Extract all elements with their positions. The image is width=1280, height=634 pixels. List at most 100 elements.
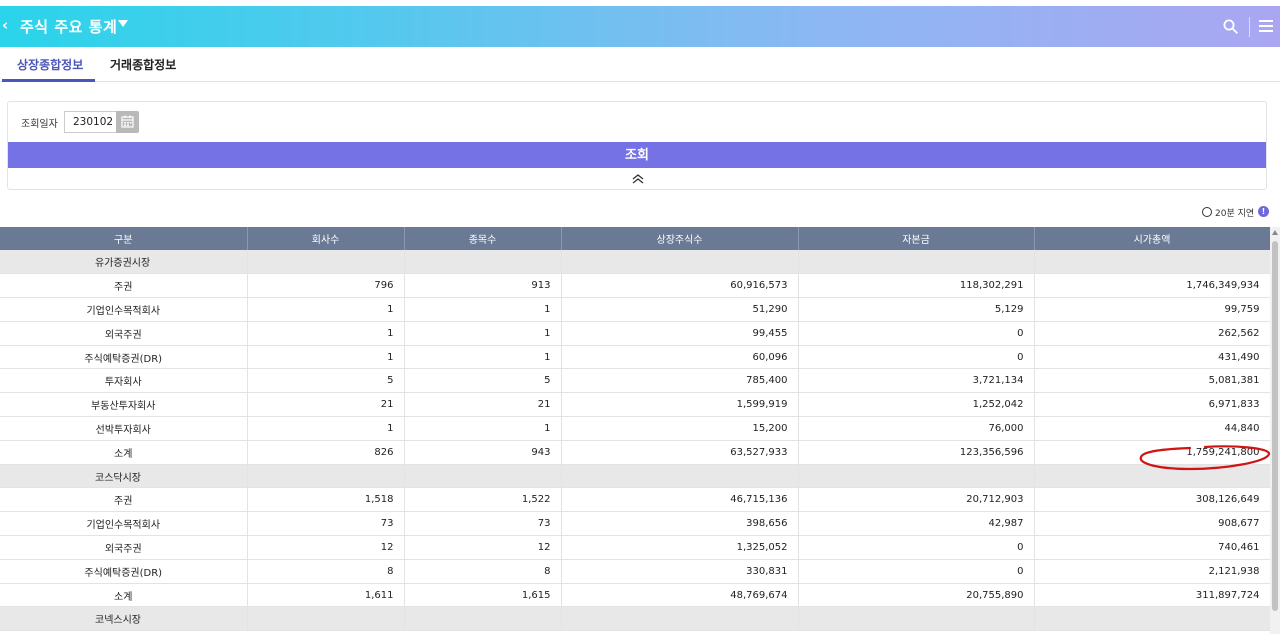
value-cell bbox=[561, 606, 799, 632]
value-cell: 2,121,938 bbox=[1034, 559, 1271, 584]
active-tab-indicator bbox=[2, 79, 95, 82]
value-cell: 12 bbox=[404, 535, 562, 560]
value-cell: 913 bbox=[404, 273, 562, 299]
chevron-left-icon[interactable]: ‹ bbox=[2, 16, 8, 34]
table-row: 소계 826 943 63,527,933 123,356,596 1,759,241,8… bbox=[0, 440, 1271, 465]
date-input[interactable]: 230102 bbox=[64, 111, 118, 133]
value-cell bbox=[247, 464, 405, 489]
scroll-up-arrow[interactable] bbox=[1272, 230, 1278, 235]
value-cell: 63,527,933 bbox=[561, 440, 799, 465]
row-label-cell: 주식예탁증권(DR) bbox=[0, 559, 248, 584]
col-header-listed-shares: 상장주식수 bbox=[561, 227, 799, 250]
value-cell: 123,356,596 bbox=[798, 440, 1035, 465]
value-cell: 21 bbox=[404, 392, 562, 418]
row-label-cell: 주권 bbox=[0, 273, 248, 299]
value-cell: 908,677 bbox=[1034, 511, 1271, 537]
value-cell bbox=[247, 606, 405, 632]
value-cell: 1 bbox=[247, 321, 405, 346]
value-cell: 1,522 bbox=[404, 487, 562, 513]
search-button[interactable]: 조회 bbox=[8, 142, 1266, 168]
col-header-category: 구분 bbox=[0, 227, 248, 250]
value-cell: 3,721,134 bbox=[798, 368, 1035, 394]
scrollbar-thumb[interactable] bbox=[1272, 241, 1278, 611]
double-chevron-up-icon[interactable] bbox=[631, 173, 645, 185]
tab-trading-summary[interactable]: 거래종합정보 bbox=[110, 56, 176, 73]
value-cell: 60,916,573 bbox=[561, 273, 799, 299]
value-cell: 76,000 bbox=[798, 416, 1035, 441]
value-cell: 6,971,833 bbox=[1034, 392, 1271, 418]
value-cell: 1,599,919 bbox=[561, 392, 799, 418]
value-cell: 1,518 bbox=[247, 487, 405, 513]
value-cell: 1,746,349,934 bbox=[1034, 273, 1271, 299]
value-cell: 1 bbox=[404, 416, 562, 441]
tab-listing-summary[interactable]: 상장종합정보 bbox=[17, 56, 83, 73]
value-cell: 15,200 bbox=[561, 416, 799, 441]
value-cell: 42,987 bbox=[798, 511, 1035, 537]
value-cell: 1,325,052 bbox=[561, 535, 799, 560]
value-cell: 943 bbox=[404, 440, 562, 465]
row-label-cell: 외국주권 bbox=[0, 321, 248, 346]
value-cell: 0 bbox=[798, 345, 1035, 370]
value-cell: 48,769,674 bbox=[561, 583, 799, 608]
value-cell: 21 bbox=[247, 392, 405, 418]
table-row: 외국주권 1 1 99,455 0 262,562 bbox=[0, 321, 1271, 346]
row-label-cell: 외국주권 bbox=[0, 535, 248, 560]
value-cell: 73 bbox=[404, 511, 562, 537]
caret-down-icon[interactable] bbox=[118, 20, 128, 27]
table-group-row: 유가증권시장 bbox=[0, 250, 1271, 275]
value-cell: 20,755,890 bbox=[798, 583, 1035, 608]
value-cell: 44,840 bbox=[1034, 416, 1271, 441]
value-cell: 8 bbox=[404, 559, 562, 584]
row-label-cell: 투자회사 bbox=[0, 368, 248, 394]
value-cell: 1 bbox=[247, 345, 405, 370]
value-cell: 1 bbox=[247, 297, 405, 322]
search-icon[interactable] bbox=[1223, 19, 1238, 34]
table-group-row: 코넥스시장 bbox=[0, 606, 1271, 632]
hamburger-menu-icon[interactable] bbox=[1259, 20, 1273, 32]
vertical-scrollbar[interactable] bbox=[1270, 227, 1280, 634]
value-cell: 73 bbox=[247, 511, 405, 537]
info-icon[interactable]: ! bbox=[1258, 206, 1269, 217]
value-cell: 1,759,241,800 bbox=[1034, 440, 1271, 465]
col-header-issues: 종목수 bbox=[404, 227, 562, 250]
value-cell: 431,490 bbox=[1034, 345, 1271, 370]
col-header-market-cap: 시가총액 bbox=[1034, 227, 1271, 250]
row-label-cell: 소계 bbox=[0, 440, 248, 465]
row-label-cell: 코넥스시장 bbox=[0, 606, 248, 632]
table-row: 주식예탁증권(DR) 1 1 60,096 0 431,490 bbox=[0, 345, 1271, 370]
value-cell bbox=[1034, 464, 1271, 489]
clock-icon bbox=[1202, 207, 1212, 217]
value-cell bbox=[404, 250, 562, 275]
value-cell: 99,455 bbox=[561, 321, 799, 346]
row-label-cell: 기업인수목적회사 bbox=[0, 511, 248, 537]
value-cell: 1 bbox=[247, 416, 405, 441]
row-label-cell: 소계 bbox=[0, 583, 248, 608]
value-cell: 1,611 bbox=[247, 583, 405, 608]
value-cell: 20,712,903 bbox=[798, 487, 1035, 513]
tab-bar: 상장종합정보 거래종합정보 bbox=[0, 47, 1280, 82]
value-cell bbox=[1034, 606, 1271, 632]
value-cell bbox=[798, 250, 1035, 275]
calendar-button[interactable] bbox=[116, 111, 139, 133]
table-row: 투자회사 5 5 785,400 3,721,134 5,081,381 bbox=[0, 368, 1271, 394]
value-cell: 5 bbox=[247, 368, 405, 394]
value-cell: 46,715,136 bbox=[561, 487, 799, 513]
row-label-cell: 주권 bbox=[0, 487, 248, 513]
col-header-companies: 회사수 bbox=[247, 227, 405, 250]
row-label-cell: 유가증권시장 bbox=[0, 250, 248, 275]
table-row: 기업인수목적회사 1 1 51,290 5,129 99,759 bbox=[0, 297, 1271, 322]
table-row: 부동산투자회사 21 21 1,599,919 1,252,042 6,971,833 bbox=[0, 392, 1271, 418]
value-cell: 51,290 bbox=[561, 297, 799, 322]
row-label-cell: 코스닥시장 bbox=[0, 464, 248, 489]
page-title: 주식 주요 통계 bbox=[20, 18, 118, 36]
value-cell: 785,400 bbox=[561, 368, 799, 394]
value-cell: 5,081,381 bbox=[1034, 368, 1271, 394]
calendar-icon bbox=[121, 115, 134, 128]
value-cell: 1,252,042 bbox=[798, 392, 1035, 418]
table-row: 주식예탁증권(DR) 8 8 330,831 0 2,121,938 bbox=[0, 559, 1271, 584]
app-header: ‹ 주식 주요 통계 bbox=[0, 6, 1280, 47]
value-cell: 99,759 bbox=[1034, 297, 1271, 322]
row-label-cell: 기업인수목적회사 bbox=[0, 297, 248, 322]
value-cell: 1 bbox=[404, 345, 562, 370]
value-cell: 308,126,649 bbox=[1034, 487, 1271, 513]
